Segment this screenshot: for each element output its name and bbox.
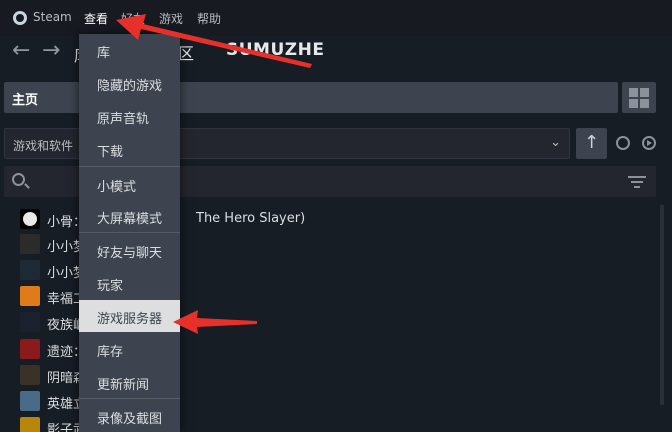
game-icon bbox=[20, 417, 40, 432]
menu-item-label: 录像及截图 bbox=[97, 412, 163, 427]
menu-item-label: 隐藏的游戏 bbox=[97, 79, 163, 94]
menu-item-label: 好友与聊天 bbox=[97, 246, 163, 261]
game-icon bbox=[20, 260, 40, 280]
game-icon bbox=[20, 209, 40, 229]
menu-item-recordings-screenshots[interactable]: 录像及截图 bbox=[79, 400, 180, 432]
recent-clock-icon[interactable] bbox=[616, 136, 630, 150]
menu-item-news[interactable]: 更新新闻 bbox=[79, 366, 180, 398]
menu-item-label: 游戏服务器 bbox=[97, 312, 163, 327]
menu-item-label: 小模式 bbox=[97, 180, 137, 195]
menu-item-library[interactable]: 库 bbox=[79, 34, 180, 66]
grid-view-button[interactable] bbox=[622, 82, 656, 113]
menu-view[interactable]: 查看 bbox=[84, 10, 108, 27]
advanced-filter-icon[interactable] bbox=[628, 176, 646, 188]
scrollbar[interactable] bbox=[660, 205, 664, 405]
menu-friends[interactable]: 好友 bbox=[121, 10, 145, 27]
menu-item-soundtracks[interactable]: 原声音轨 bbox=[79, 100, 180, 132]
arrow-left-icon[interactable]: ← bbox=[12, 38, 30, 63]
menu-item-friends-chat[interactable]: 好友与聊天 bbox=[79, 234, 180, 266]
menu-item-game-servers[interactable]: 游戏服务器 bbox=[79, 300, 180, 332]
menu-separator bbox=[79, 232, 180, 233]
view-menu-dropdown: 库 隐藏的游戏 原声音轨 下载 小模式 大屏幕模式 好友与聊天 玩家 游戏服务器… bbox=[79, 34, 180, 432]
game-icon bbox=[20, 234, 40, 254]
grid-view-icon bbox=[629, 88, 638, 97]
filter-label: 游戏和软件 bbox=[13, 139, 74, 153]
menu-item-hidden-games[interactable]: 隐藏的游戏 bbox=[79, 67, 180, 99]
game-icon bbox=[20, 391, 40, 411]
breadcrumb-section: 区 bbox=[178, 44, 195, 63]
menu-item-label: 玩家 bbox=[97, 279, 124, 294]
page-title: SUMUZHE bbox=[226, 40, 325, 60]
menu-item-players[interactable]: 玩家 bbox=[79, 267, 180, 299]
grid-view-icon bbox=[640, 99, 649, 108]
play-filter-icon[interactable] bbox=[642, 136, 656, 150]
menu-item-downloads[interactable]: 下载 bbox=[79, 133, 180, 165]
grid-view-icon bbox=[629, 99, 638, 108]
game-icon bbox=[20, 365, 40, 385]
menu-item-label: 库存 bbox=[97, 345, 124, 360]
chevron-down-icon: ⌄ bbox=[550, 135, 561, 150]
game-icon bbox=[20, 339, 40, 359]
menu-item-small-mode[interactable]: 小模式 bbox=[79, 168, 180, 200]
menu-item-label: 下载 bbox=[97, 145, 124, 160]
sort-button[interactable]: ↑ bbox=[576, 128, 607, 159]
menu-games[interactable]: 游戏 bbox=[159, 10, 183, 27]
home-label: 主页 bbox=[12, 93, 39, 108]
menu-separator bbox=[79, 398, 180, 399]
game-name-suffix: The Hero Slayer) bbox=[196, 211, 306, 226]
menu-item-big-picture[interactable]: 大屏幕模式 bbox=[79, 200, 180, 232]
menu-separator bbox=[79, 166, 180, 167]
menu-item-inventory[interactable]: 库存 bbox=[79, 333, 180, 365]
arrow-right-icon[interactable]: → bbox=[42, 38, 60, 63]
steam-logo-icon bbox=[13, 11, 27, 25]
menu-item-label: 原声音轨 bbox=[97, 112, 150, 127]
menu-item-label: 库 bbox=[97, 46, 111, 61]
menu-item-label: 大屏幕模式 bbox=[97, 212, 163, 227]
search-icon bbox=[12, 173, 25, 186]
menu-steam[interactable]: Steam bbox=[33, 10, 72, 24]
game-icon bbox=[20, 312, 40, 332]
menu-item-label: 更新新闻 bbox=[97, 378, 150, 393]
game-icon bbox=[20, 286, 40, 306]
menu-bar: Steam 查看 好友 游戏 帮助 bbox=[0, 0, 672, 36]
grid-view-icon bbox=[640, 88, 649, 97]
menu-help[interactable]: 帮助 bbox=[197, 10, 221, 27]
